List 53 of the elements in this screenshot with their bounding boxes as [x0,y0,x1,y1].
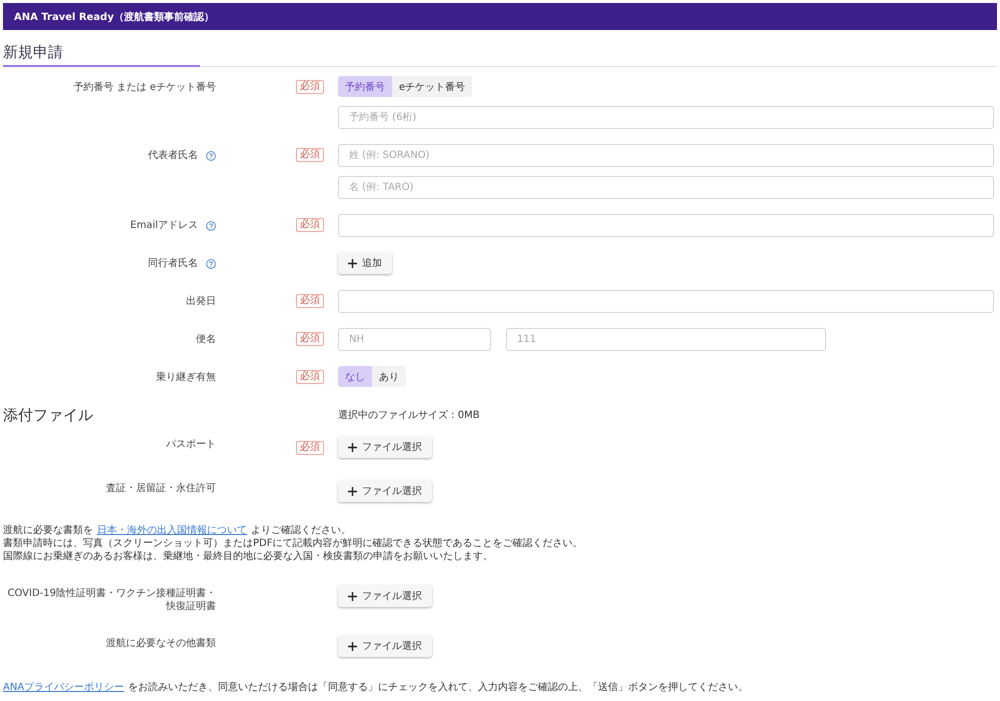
text-input[interactable]: 111 [506,328,826,351]
field-label: 便名 [196,333,216,346]
file-select-button[interactable]: ファイル選択 [338,480,432,502]
notice-text: 国際線にお乗継ぎのあるお客様は、乗継地・最終目的地に必要な入国・検疫書類の申請をお願いいたします。 [3,550,493,563]
field-label: Emailアドレス [130,219,198,232]
help-icon[interactable] [206,258,216,268]
text-input[interactable] [338,214,994,237]
notice-text: 渡航に必要な書類を [3,524,93,537]
toggle-option[interactable]: eチケット番号 [392,76,472,97]
required-badge: 必須 [296,80,324,94]
field-label: 査証・居留証・永住許可 [106,482,216,495]
help-icon[interactable] [206,220,216,230]
required-badge: 必須 [296,218,324,232]
notice-text: よりご確認ください。 [251,524,351,537]
file-select-button[interactable]: ファイル選択 [338,635,432,657]
link[interactable]: ANAプライバシーポリシー [3,681,124,694]
plus-icon [348,642,357,650]
file-select-button[interactable]: ファイル選択 [338,585,432,607]
required-badge: 必須 [296,294,324,308]
text-input[interactable] [338,290,994,313]
field-label: 渡航に必要なその他書類 [106,637,216,650]
plus-icon [348,592,357,600]
field-label: パスポート [166,438,216,451]
section-heading: 新規申請 [3,43,63,61]
add-button[interactable]: 追加 [338,252,392,274]
plus-icon [348,442,357,452]
field-label: 予約番号 または eチケット番号 [73,81,216,94]
field-label: COVID-19陰性証明書・ワクチン接種証明書・快復証明書 [6,587,216,613]
file-select-button[interactable]: ファイル選択 [338,436,432,458]
required-badge: 必須 [296,441,324,455]
text-input[interactable]: NH [338,328,491,351]
required-badge: 必須 [296,148,324,162]
app-title: ANA Travel Ready（渡航書類事前確認） [14,10,214,24]
plus-icon [348,258,357,268]
section-heading: 添付ファイル [3,406,94,424]
text-input[interactable]: 予約番号 (6桁) [338,106,994,129]
field-label: 代表者氏名 [148,149,198,162]
file-size-text: 選択中のファイルサイズ : 0MB [338,408,480,422]
help-icon[interactable] [206,150,216,160]
text-input[interactable]: 姓 (例: SORANO) [338,144,994,167]
notice-text: 書類申請時には、写真（スクリーンショット可）またはPDFにて記載内容が鮮明に確認できる状態であることをご確認ください。 [3,537,582,550]
required-badge: 必須 [296,332,324,346]
toggle-option[interactable]: あり [372,366,406,387]
toggle-option[interactable]: なし [338,366,372,387]
link[interactable]: 日本・海外の出入国情報について [97,524,247,537]
field-label: 乗り継ぎ有無 [156,371,216,384]
toggle-option[interactable]: 予約番号 [338,76,392,97]
field-label: 出発日 [186,295,216,308]
required-badge: 必須 [296,370,324,384]
notice-text: をお読みいただき、同意いただける場合は「同意する」にチェックを入れて、入力内容をご確認の上、「送信」ボタンを押してください。 [128,681,748,694]
text-input[interactable]: 名 (例: TARO) [338,176,994,199]
field-label: 同行者氏名 [148,257,198,270]
plus-icon [348,486,357,496]
